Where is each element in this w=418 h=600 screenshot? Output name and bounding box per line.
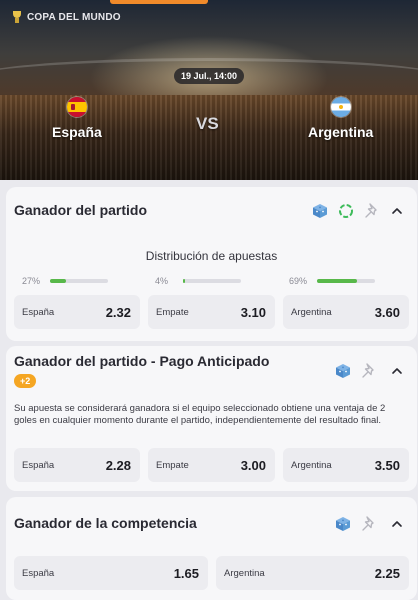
market-icons: [311, 202, 381, 220]
odd-label: España: [22, 567, 55, 579]
odd-value: 3.60: [374, 304, 400, 320]
odd-button-home[interactable]: España 2.28: [14, 448, 140, 482]
odd-label: Empate: [156, 306, 189, 318]
distribution-bar-fill: [50, 279, 66, 283]
away-team-name: Argentina: [308, 124, 374, 140]
market-title: Ganador de la competencia: [14, 515, 197, 531]
market-title: Ganador del partido: [14, 202, 148, 218]
odd-label: Argentina: [291, 459, 332, 471]
distribution-bar: [317, 279, 375, 283]
distribution-home: 27%: [22, 276, 108, 286]
pin-icon[interactable]: [363, 202, 381, 220]
odd-label: España: [22, 306, 55, 318]
distribution-draw: 4%: [155, 276, 241, 286]
odd-button-home[interactable]: España 1.65: [14, 556, 208, 590]
pin-icon[interactable]: [360, 515, 378, 533]
market-match-winner: Ganador del partido Distribución de apue…: [6, 187, 417, 341]
distribution-bar: [50, 279, 108, 283]
argentina-flag-icon: [331, 97, 351, 117]
market-competition-winner: Ganador de la competencia España 1.65 Ar…: [6, 497, 417, 600]
live-circle-icon[interactable]: [337, 202, 355, 220]
header-accent-bar: [110, 0, 208, 4]
odd-value: 3.10: [240, 304, 266, 320]
market-icons: [334, 362, 378, 380]
odd-value: 2.32: [105, 304, 131, 320]
chevron-up-icon[interactable]: [391, 365, 403, 377]
pin-icon[interactable]: [360, 362, 378, 380]
odd-label: Empate: [156, 459, 189, 471]
odd-label: Argentina: [291, 306, 332, 318]
distribution-title: Distribución de apuestas: [145, 249, 278, 263]
trophy-icon: [12, 11, 22, 23]
competition-name: COPA DEL MUNDO: [27, 11, 121, 23]
chevron-up-icon[interactable]: [391, 205, 403, 217]
odd-value: 1.65: [173, 565, 199, 581]
odd-button-home[interactable]: España 2.32: [14, 295, 140, 329]
distribution-pct: 4%: [155, 276, 169, 286]
market-title: Ganador del partido - Pago Anticipado: [14, 353, 270, 369]
odd-button-draw[interactable]: Empate 3.00: [148, 448, 275, 482]
bet-builder-icon[interactable]: [334, 515, 352, 533]
bet-builder-icon[interactable]: [334, 362, 352, 380]
odd-value: 3.00: [240, 457, 266, 473]
chevron-up-icon[interactable]: [391, 518, 403, 530]
odd-value: 3.50: [374, 457, 400, 473]
odd-button-away[interactable]: Argentina 3.60: [283, 295, 409, 329]
odd-button-draw[interactable]: Empate 3.10: [148, 295, 275, 329]
match-header: COPA DEL MUNDO 19 Jul., 14:00 España VS …: [0, 0, 418, 180]
distribution-away: 69%: [289, 276, 375, 286]
distribution-bar-fill: [183, 279, 186, 283]
distribution-bar: [183, 279, 241, 283]
versus-label: VS: [196, 114, 219, 133]
odd-value: 2.25: [374, 565, 400, 581]
spain-flag-icon: [67, 97, 87, 117]
odd-label: Argentina: [224, 567, 265, 579]
odd-label: España: [22, 459, 55, 471]
distribution-bar-fill: [317, 279, 358, 283]
market-match-winner-early-payout: Ganador del partido - Pago Anticipado +2…: [6, 346, 417, 491]
home-team-name: España: [52, 124, 102, 140]
market-description: Su apuesta se considerará ganadora si el…: [14, 403, 386, 426]
competition-label[interactable]: COPA DEL MUNDO: [12, 11, 121, 23]
distribution-pct: 69%: [289, 276, 308, 286]
market-icons: [334, 515, 378, 533]
bet-builder-icon[interactable]: [311, 202, 329, 220]
odd-value: 2.28: [105, 457, 131, 473]
odd-button-away[interactable]: Argentina 2.25: [216, 556, 409, 590]
markets-count-badge[interactable]: +2: [14, 374, 37, 388]
distribution-pct: 27%: [22, 276, 41, 286]
odd-button-away[interactable]: Argentina 3.50: [283, 448, 409, 482]
match-datetime: 19 Jul., 14:00: [174, 68, 244, 84]
